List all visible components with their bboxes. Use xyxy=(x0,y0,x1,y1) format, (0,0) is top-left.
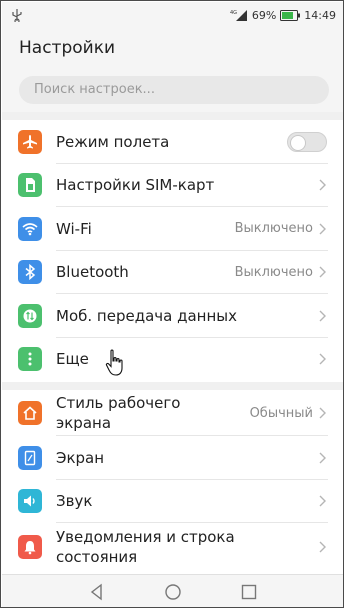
chevron-right-icon xyxy=(319,310,326,322)
chevron-right-icon xyxy=(319,541,326,553)
settings-item-display[interactable]: Экран xyxy=(2,436,343,480)
signal-icon: 4G xyxy=(230,10,247,21)
label-line: Уведомления и строка xyxy=(56,528,235,546)
battery-icon xyxy=(280,9,301,21)
chevron-right-icon xyxy=(319,223,326,235)
settings-item-notifications[interactable]: Уведомления и строка состояния xyxy=(2,523,343,571)
settings-item-label: Уведомления и строка состояния xyxy=(56,527,235,567)
display-icon xyxy=(18,445,42,470)
label-line: экрана xyxy=(56,414,112,432)
hand-cursor-icon xyxy=(105,349,123,376)
svg-text:4G: 4G xyxy=(230,10,237,16)
airplane-mode-toggle[interactable] xyxy=(287,131,327,152)
settings-item-label: Wi-Fi xyxy=(56,219,92,238)
settings-item-home-style[interactable]: Стиль рабочего экрана Обычный xyxy=(2,390,343,436)
chevron-right-icon xyxy=(319,179,326,191)
page-title: Настройки xyxy=(19,38,116,58)
settings-item-more[interactable]: Еще xyxy=(2,338,343,382)
settings-item-label: Экран xyxy=(56,448,105,467)
settings-item-label: Звук xyxy=(56,492,93,511)
navigation-bar xyxy=(2,574,343,607)
airplane-icon xyxy=(18,129,42,154)
mobile-data-icon xyxy=(18,303,42,328)
app-header: Настройки xyxy=(2,28,343,70)
sim-card-icon xyxy=(18,173,42,198)
label-line: состояния xyxy=(56,548,138,566)
bluetooth-icon xyxy=(18,260,42,285)
settings-group-network: Режим полета Настройки SIM-карт Wi-Fi Вы… xyxy=(2,120,343,382)
clock: 14:49 xyxy=(304,8,336,22)
chevron-right-icon xyxy=(319,407,326,419)
settings-item-label: Режим полета xyxy=(56,132,170,151)
divider xyxy=(2,382,343,390)
back-icon[interactable] xyxy=(88,583,106,601)
settings-item-mobile-data[interactable]: Моб. передача данных xyxy=(2,294,343,338)
chevron-right-icon xyxy=(319,353,326,365)
status-bar: 4G 69% 14:49 xyxy=(2,2,343,28)
home-circle-icon[interactable] xyxy=(164,583,182,601)
chevron-right-icon xyxy=(319,495,326,507)
more-icon xyxy=(18,347,42,372)
search-area: Поиск настроек... xyxy=(2,70,343,112)
chevron-right-icon xyxy=(319,452,326,464)
settings-item-label: Стиль рабочего экрана xyxy=(56,393,180,433)
settings-screen: 4G 69% 14:49 Настройки Поиск настроек...… xyxy=(0,0,344,608)
label-line: Стиль рабочего xyxy=(56,394,181,412)
settings-item-sim-cards[interactable]: Настройки SIM-карт xyxy=(2,164,343,207)
settings-item-value: Обычный xyxy=(249,405,313,421)
settings-item-label: Bluetooth xyxy=(56,263,129,282)
settings-item-wifi[interactable]: Wi-Fi Выключено xyxy=(2,207,343,251)
notification-icon xyxy=(18,535,42,559)
settings-item-sound[interactable]: Звук xyxy=(2,480,343,523)
usb-icon xyxy=(12,9,22,22)
wifi-icon xyxy=(18,216,42,241)
settings-item-label: Еще xyxy=(56,350,89,369)
settings-item-airplane-mode[interactable]: Режим полета xyxy=(2,120,343,164)
settings-item-value: Выключено xyxy=(234,221,313,237)
search-input[interactable]: Поиск настроек... xyxy=(19,76,329,104)
chevron-right-icon xyxy=(319,266,326,278)
divider xyxy=(2,112,343,120)
settings-group-device: Стиль рабочего экрана Обычный Экран Звук xyxy=(2,390,343,571)
settings-item-bluetooth[interactable]: Bluetooth Выключено xyxy=(2,251,343,294)
settings-item-value: Выключено xyxy=(234,264,313,280)
home-icon xyxy=(18,401,42,425)
settings-item-label: Настройки SIM-карт xyxy=(56,176,215,195)
recent-apps-icon[interactable] xyxy=(240,583,258,601)
settings-item-label: Моб. передача данных xyxy=(56,306,237,325)
sound-icon xyxy=(18,489,42,514)
battery-percent: 69% xyxy=(251,8,277,22)
